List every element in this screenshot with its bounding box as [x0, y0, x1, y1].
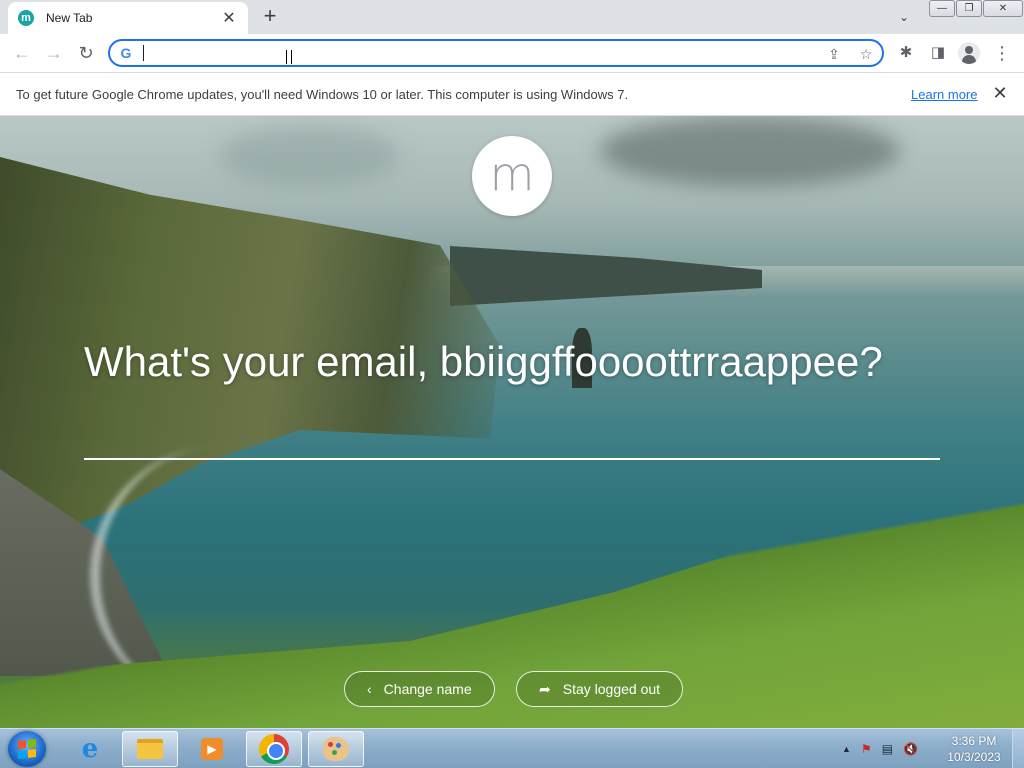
address-input[interactable]	[142, 43, 802, 63]
action-center-flag-icon[interactable]: ⚑	[861, 742, 872, 756]
close-window-button[interactable]: ✕	[983, 0, 1023, 17]
extensions-icon[interactable]: ✱	[895, 42, 917, 64]
share-icon[interactable]: ⇪	[824, 44, 844, 64]
text-cursor-icon	[286, 50, 292, 64]
change-name-button[interactable]: ‹ Change name	[344, 671, 495, 707]
show-desktop-button[interactable]	[1012, 729, 1024, 768]
clock-date: 10/3/2023	[947, 750, 1001, 764]
tab-search-button[interactable]: ⌄	[894, 7, 914, 27]
chevron-left-icon: ‹	[367, 681, 372, 697]
google-search-icon: G	[120, 45, 132, 61]
volume-muted-icon[interactable]: 🔇	[903, 742, 918, 756]
user-logo: m	[472, 136, 552, 216]
browser-toolbar: ← → ↻ G ⇪ ☆ ✱ ◨ ⋮	[0, 34, 1024, 72]
taskbar-internet-explorer[interactable]: e	[62, 731, 118, 767]
chrome-icon	[259, 734, 289, 764]
profile-avatar-icon[interactable]	[958, 42, 980, 64]
tab-title: New Tab	[46, 11, 93, 25]
cloud	[600, 116, 900, 186]
tab-new-tab[interactable]: m New Tab ✕	[8, 2, 248, 34]
minimize-button[interactable]: —	[929, 0, 955, 17]
stay-logged-out-button[interactable]: ➦ Stay logged out	[516, 671, 684, 707]
tab-close-icon[interactable]: ✕	[220, 8, 238, 28]
taskbar-google-chrome[interactable]	[246, 731, 302, 767]
infobar-close-icon[interactable]: ✕	[990, 83, 1010, 103]
email-field[interactable]	[84, 416, 940, 460]
chrome-menu-icon[interactable]: ⋮	[991, 42, 1013, 64]
learn-more-link[interactable]: Learn more	[911, 87, 977, 102]
new-tab-button[interactable]: +	[258, 5, 282, 29]
windows-taskbar: e ▶ ▲ ⚑ ▤ 🔇 3:36 PM 10/3/2023	[0, 728, 1024, 768]
window-controls: — ❐ ✕	[928, 0, 1023, 18]
stay-logged-out-label: Stay logged out	[562, 681, 661, 697]
text-caret	[143, 45, 144, 61]
logo-letter: m	[489, 147, 535, 201]
media-player-icon: ▶	[201, 738, 223, 760]
system-clock[interactable]: 3:36 PM 10/3/2023	[944, 733, 1004, 765]
folder-icon	[137, 739, 163, 759]
infobar-message: To get future Google Chrome updates, you…	[16, 87, 629, 102]
email-prompt-heading: What's your email, bbiiggffoooottrraappe…	[84, 338, 883, 385]
taskbar-media-player[interactable]: ▶	[184, 731, 240, 767]
start-button[interactable]	[8, 731, 46, 767]
taskbar-windows-explorer[interactable]	[122, 731, 178, 767]
avatar-body	[962, 55, 976, 64]
taskbar-paint[interactable]	[308, 731, 364, 767]
show-hidden-icons-icon[interactable]: ▲	[842, 744, 851, 754]
side-panel-icon[interactable]: ◨	[927, 42, 949, 64]
windows-logo-icon	[18, 739, 36, 759]
share-arrow-icon: ➦	[539, 680, 551, 697]
address-bar[interactable]: G ⇪ ☆	[108, 39, 884, 67]
distant-cliffs	[450, 246, 762, 306]
update-infobar: To get future Google Chrome updates, you…	[0, 72, 1024, 116]
network-icon[interactable]: ▤	[882, 742, 893, 756]
tab-favicon-icon: m	[18, 10, 34, 26]
clock-time: 3:36 PM	[951, 734, 997, 748]
system-tray: ▲ ⚑ ▤ 🔇	[842, 737, 918, 761]
reload-button[interactable]: ↻	[74, 41, 98, 65]
paint-icon	[323, 737, 349, 761]
avatar-head	[965, 46, 973, 54]
change-name-label: Change name	[383, 681, 472, 697]
new-tab-page: m What's your email, bbiiggffoooottrraap…	[0, 116, 1024, 728]
restore-button[interactable]: ❐	[956, 0, 982, 17]
back-button[interactable]: ←	[10, 41, 34, 65]
forward-button[interactable]: →	[42, 41, 66, 65]
ie-icon: e	[81, 734, 99, 764]
tab-strip: m New Tab ✕ + ⌄ — ❐ ✕	[0, 0, 1024, 34]
cloud	[220, 126, 400, 186]
bookmark-star-icon[interactable]: ☆	[856, 44, 876, 64]
